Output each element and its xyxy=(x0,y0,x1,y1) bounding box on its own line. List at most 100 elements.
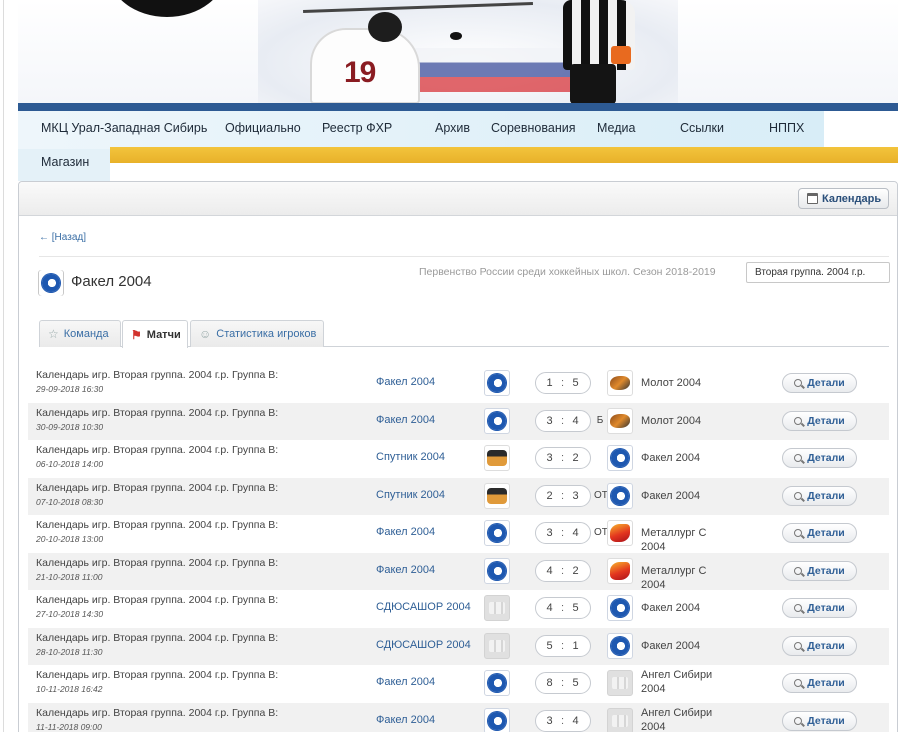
matches-list: Календарь игр. Вторая группа. 2004 г.р. … xyxy=(28,365,889,732)
home-team-logo-icon xyxy=(484,707,510,732)
header-banner: 19 xyxy=(18,0,898,104)
group-select[interactable]: Вторая группа. 2004 г.р. xyxy=(746,262,890,283)
away-team-logo-icon xyxy=(607,707,633,732)
away-team-name: Металлург С 2004 xyxy=(641,527,707,553)
search-icon xyxy=(794,491,803,500)
match-competition: Календарь игр. Вторая группа. 2004 г.р. … xyxy=(36,519,279,531)
nav-item-media[interactable]: Медиа xyxy=(597,121,635,135)
away-team-logo-icon xyxy=(607,407,633,434)
details-button[interactable]: Детали xyxy=(782,598,857,618)
details-button[interactable]: Детали xyxy=(782,485,857,506)
nav-item-mkc[interactable]: МКЦ Урал-Западная Сибирь xyxy=(41,121,207,135)
home-team-link[interactable]: Факел 2004 xyxy=(376,526,435,538)
team-title: Факел 2004 xyxy=(71,273,152,290)
away-team-name: Металлург С 2004 xyxy=(641,564,707,591)
home-team-logo-icon xyxy=(484,407,510,434)
match-date: 30-09-2018 10:30 xyxy=(36,421,104,432)
home-team-link[interactable]: СДЮСАШОР 2004 xyxy=(376,601,471,613)
away-team-logo-icon xyxy=(607,557,633,584)
match-competition: Календарь игр. Вторая группа. 2004 г.р. … xyxy=(36,406,279,419)
score-away: 5 xyxy=(572,677,580,689)
tab-matches[interactable]: ⚑ Матчи xyxy=(122,320,188,348)
home-team-logo-icon xyxy=(484,370,510,396)
match-row: Календарь игр. Вторая группа. 2004 г.р. … xyxy=(28,665,889,703)
away-team-name: Факел 2004 xyxy=(641,452,701,464)
match-score: 3:4 xyxy=(535,409,591,432)
panel-toolbar: Календарь xyxy=(19,182,897,216)
nav-item-competitions[interactable]: Соревнования xyxy=(491,121,576,135)
home-team-link[interactable]: СДЮСАШОР 2004 xyxy=(376,639,471,651)
score-separator: : xyxy=(560,639,566,652)
score-home: 3 xyxy=(546,527,554,539)
match-row: Календарь игр. Вторая группа. 2004 г.р. … xyxy=(28,627,889,665)
match-score: 3:4 xyxy=(535,709,591,732)
calendar-button[interactable]: Календарь xyxy=(798,188,889,209)
fakel-logo-icon xyxy=(39,270,63,296)
home-team-link[interactable]: Факел 2004 xyxy=(376,676,435,688)
details-button[interactable]: Детали xyxy=(782,710,857,731)
home-team-link[interactable]: Факел 2004 xyxy=(376,376,435,388)
home-team-link[interactable]: Спутник 2004 xyxy=(376,451,445,463)
back-link[interactable]: ← [Назад] xyxy=(39,232,86,243)
tab-player-stats[interactable]: ☺ Статистика игроков xyxy=(190,320,324,347)
details-button[interactable]: Детали xyxy=(782,560,857,581)
calendar-button-label: Календарь xyxy=(822,192,882,205)
search-icon xyxy=(794,716,803,725)
score-away: 2 xyxy=(572,564,580,577)
score-away: 5 xyxy=(572,602,580,614)
home-team-link[interactable]: Факел 2004 xyxy=(376,714,435,726)
score-away: 1 xyxy=(572,639,580,652)
details-button[interactable]: Детали xyxy=(782,635,857,656)
match-competition: Календарь игр. Вторая группа. 2004 г.р. … xyxy=(36,369,279,381)
details-button[interactable]: Детали xyxy=(782,448,857,468)
nav-item-registry[interactable]: Реестр ФХР xyxy=(322,121,392,135)
search-icon xyxy=(794,566,803,575)
banner-player-helmet xyxy=(368,12,402,42)
score-separator: : xyxy=(560,714,566,727)
score-away: 2 xyxy=(572,452,580,464)
home-team-link[interactable]: Факел 2004 xyxy=(376,564,435,576)
details-button[interactable]: Детали xyxy=(782,410,857,431)
score-home: 3 xyxy=(546,452,554,464)
score-away: 3 xyxy=(572,489,580,502)
nav-item-links[interactable]: Ссылки xyxy=(680,121,724,135)
main-navigation: МКЦ Урал-Западная Сибирь Официально Реес… xyxy=(18,103,898,181)
away-team-name: Факел 2004 xyxy=(641,639,701,652)
search-icon xyxy=(794,416,803,425)
match-score: 2:3 xyxy=(535,484,591,507)
players-icon: ☺ xyxy=(199,327,212,341)
details-button[interactable]: Детали xyxy=(782,523,857,543)
details-button[interactable]: Детали xyxy=(782,373,857,393)
search-icon xyxy=(794,529,803,537)
result-suffix: Б xyxy=(596,414,604,426)
match-row: Календарь игр. Вторая группа. 2004 г.р. … xyxy=(28,702,889,732)
score-separator: : xyxy=(560,564,566,577)
tab-team[interactable]: ☆ Команда xyxy=(39,320,121,347)
nav-spacer xyxy=(824,111,898,149)
score-separator: : xyxy=(560,677,566,689)
match-date: 21-10-2018 11:00 xyxy=(36,571,103,582)
page: 19 МКЦ Урал-Западная Сибирь Официально Р… xyxy=(0,0,900,732)
nav-item-official[interactable]: Официально xyxy=(225,121,301,135)
nav-item-nppkh[interactable]: НППХ xyxy=(769,121,804,135)
match-competition: Календарь игр. Вторая группа. 2004 г.р. … xyxy=(36,669,279,681)
tab-player-stats-label: Статистика игроков xyxy=(216,328,317,340)
team-logo xyxy=(38,270,64,296)
match-score: 4:5 xyxy=(535,597,591,619)
flag-icon: ⚑ xyxy=(131,327,142,342)
score-separator: : xyxy=(560,377,566,389)
details-button-label: Детали xyxy=(807,677,845,689)
match-competition: Календарь игр. Вторая группа. 2004 г.р. … xyxy=(36,556,279,569)
away-team-logo-icon xyxy=(607,595,633,621)
match-date: 06-10-2018 14:00 xyxy=(36,459,104,469)
home-team-link[interactable]: Факел 2004 xyxy=(376,414,435,426)
details-button-label: Детали xyxy=(807,639,845,652)
nav-item-shop[interactable]: Магазин xyxy=(41,155,89,169)
details-button[interactable]: Детали xyxy=(782,673,857,693)
score-away: 4 xyxy=(572,414,580,427)
result-suffix: ОТ xyxy=(594,489,608,501)
away-team-logo-icon xyxy=(607,670,633,696)
home-team-link[interactable]: Спутник 2004 xyxy=(376,489,445,501)
nav-item-archive[interactable]: Архив xyxy=(435,121,470,135)
score-home: 3 xyxy=(546,414,554,427)
